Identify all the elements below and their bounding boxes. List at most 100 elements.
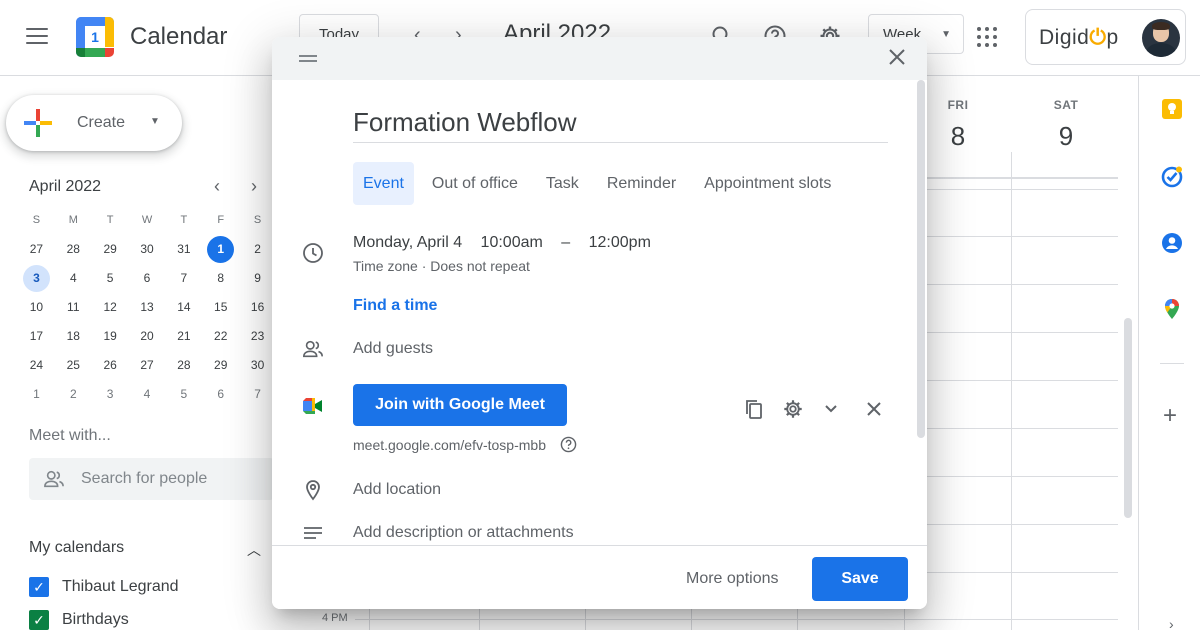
create-button[interactable]: Create ▼ [6,95,182,151]
tab-task[interactable]: Task [536,162,589,205]
mini-calendar-today[interactable]: 1 [202,236,239,265]
day-header-sat[interactable]: SAT 9 [1036,98,1096,152]
mini-calendar-day[interactable]: 15 [202,294,239,323]
save-button[interactable]: Save [812,557,908,601]
mini-calendar-day[interactable]: 2 [239,236,276,265]
remove-meet-close-icon[interactable] [863,398,885,420]
description-lines-icon [304,527,322,539]
day-header-fri[interactable]: FRI 8 [928,98,988,152]
scrollbar[interactable] [1124,318,1132,518]
checkbox-checked-icon[interactable]: ✓ [29,577,49,597]
meet-settings-gear-icon[interactable] [782,398,804,420]
meet-link[interactable]: meet.google.com/efv-tosp-mbb [353,437,546,453]
mini-calendar-day[interactable]: 26 [92,352,129,381]
time-label: 4 PM [322,612,348,624]
contacts-icon[interactable] [1161,232,1183,254]
search-people-input[interactable]: Search for people [29,458,274,500]
mini-calendar-day[interactable]: 18 [55,323,92,352]
maps-icon[interactable] [1161,298,1183,320]
add-location-input[interactable]: Add location [353,481,441,499]
mini-calendar-day[interactable]: 30 [129,236,166,265]
mini-calendar-day[interactable]: 27 [129,352,166,381]
chevron-down-icon[interactable] [820,398,842,420]
google-apps-icon[interactable] [977,27,997,47]
event-end-time[interactable]: 12:00pm [589,234,651,251]
main-menu-icon[interactable] [26,28,48,46]
mini-calendar-day[interactable]: 5 [92,265,129,294]
mini-calendar-day[interactable]: 9 [239,265,276,294]
mini-calendar-day[interactable]: 16 [239,294,276,323]
drag-handle-icon[interactable] [299,55,317,62]
timezone-repeat-link[interactable]: Time zone · Does not repeat [353,258,530,274]
tab-out-of-office[interactable]: Out of office [422,162,528,205]
account-switcher[interactable]: Digid⏻p [1025,9,1186,65]
mini-calendar-day[interactable]: 14 [165,294,202,323]
mini-calendar-next-icon[interactable]: › [251,176,257,197]
close-icon[interactable] [886,46,908,68]
my-calendars-heading[interactable]: My calendars [29,539,124,557]
checkbox-checked-icon[interactable]: ✓ [29,610,49,630]
event-datetime[interactable]: Monday, April 4 10:00am – 12:00pm [353,234,665,252]
mini-calendar-day[interactable]: 29 [92,236,129,265]
mini-calendar-day[interactable]: 31 [165,236,202,265]
event-start-time[interactable]: 10:00am [481,234,543,251]
search-people-placeholder: Search for people [81,470,208,487]
mini-calendar-day[interactable]: 5 [165,381,202,410]
mini-calendar-day[interactable]: 7 [165,265,202,294]
mini-calendar-day[interactable]: 1 [18,381,55,410]
mini-calendar-day[interactable]: 4 [55,265,92,294]
mini-calendar-day[interactable]: 30 [239,352,276,381]
mini-calendar-day[interactable]: 8 [202,265,239,294]
more-options-button[interactable]: More options [686,570,779,588]
mini-calendar-day[interactable]: 29 [202,352,239,381]
mini-calendar-day[interactable]: 22 [202,323,239,352]
keep-icon[interactable] [1161,98,1183,120]
mini-calendar-selected-day[interactable]: 3 [18,265,55,294]
help-icon[interactable] [560,436,577,453]
mini-calendar-day[interactable]: 2 [55,381,92,410]
event-title-input[interactable]: Formation Webflow [353,107,888,143]
mini-calendar-day[interactable]: 19 [92,323,129,352]
mini-calendar-day[interactable]: 27 [18,236,55,265]
tab-reminder[interactable]: Reminder [597,162,686,205]
find-a-time-link[interactable]: Find a time [353,297,437,315]
mini-calendar-day[interactable]: 3 [92,381,129,410]
mini-calendar-day[interactable]: 28 [55,236,92,265]
chevron-up-icon[interactable]: ︿ [247,540,261,560]
mini-calendar-day[interactable]: 4 [129,381,166,410]
dialog-scrollbar[interactable] [917,80,925,438]
tab-appointment-slots[interactable]: Appointment slots [694,162,841,205]
weekday-label: F [217,214,225,226]
location-pin-icon [306,480,320,501]
copy-icon[interactable] [743,398,765,420]
join-google-meet-button[interactable]: Join with Google Meet [353,384,567,426]
avatar[interactable] [1142,19,1180,57]
mini-calendar-grid: S M T W T F S 27 28 29 30 31 1 2 3 4 5 6… [18,207,276,410]
mini-calendar-day[interactable]: 11 [55,294,92,323]
meet-with-heading: Meet with... [29,427,111,444]
chevron-right-icon[interactable]: › [1169,616,1174,630]
mini-calendar-day[interactable]: 6 [202,381,239,410]
mini-calendar-day[interactable]: 25 [55,352,92,381]
mini-calendar-day[interactable]: 21 [165,323,202,352]
mini-calendar-day[interactable]: 12 [92,294,129,323]
mini-calendar-day[interactable]: 24 [18,352,55,381]
dialog-drag-bar[interactable] [272,37,927,80]
mini-calendar-day[interactable]: 7 [239,381,276,410]
tab-event[interactable]: Event [353,162,414,205]
mini-calendar-day[interactable]: 23 [239,323,276,352]
tasks-icon[interactable] [1161,166,1183,188]
mini-calendar-day[interactable]: 28 [165,352,202,381]
add-description-input[interactable]: Add description or attachments [353,524,574,542]
quick-event-dialog: Formation Webflow Event Out of office Ta… [272,37,927,609]
add-addon-plus-icon[interactable]: + [1163,402,1177,430]
mini-calendar-day[interactable]: 17 [18,323,55,352]
mini-calendar-prev-icon[interactable]: ‹ [214,176,220,197]
mini-calendar-day[interactable]: 10 [18,294,55,323]
weekday-label: S [32,214,41,226]
mini-calendar-day[interactable]: 20 [129,323,166,352]
mini-calendar-day[interactable]: 6 [129,265,166,294]
add-guests-input[interactable]: Add guests [353,340,433,358]
event-date[interactable]: Monday, April 4 [353,234,462,251]
mini-calendar-day[interactable]: 13 [129,294,166,323]
